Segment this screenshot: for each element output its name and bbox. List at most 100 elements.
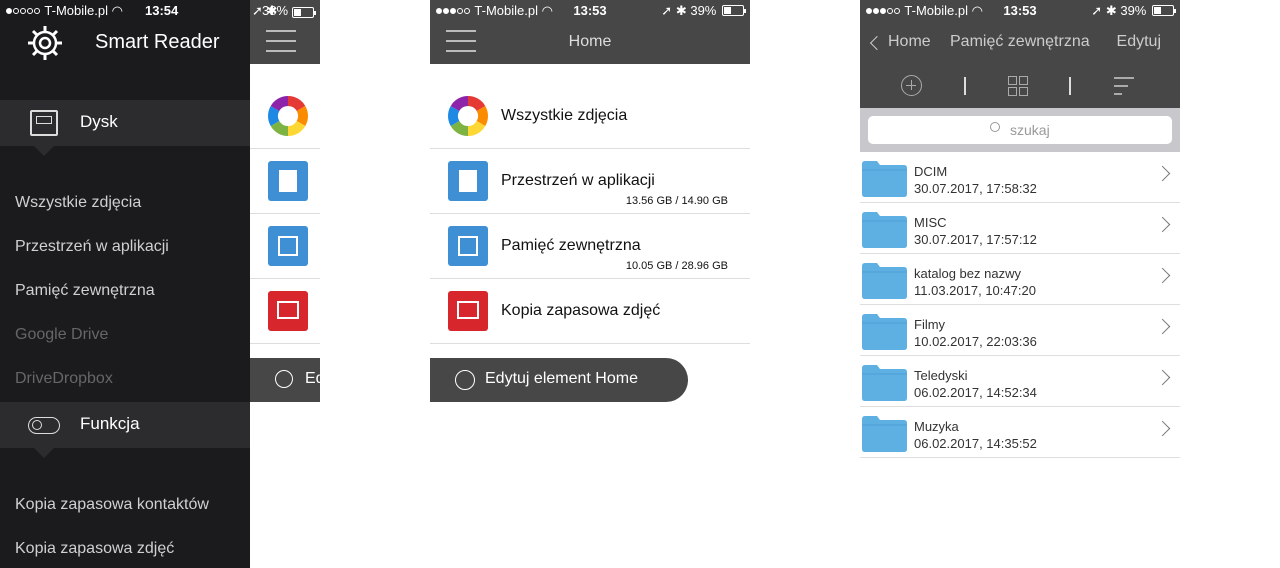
- peek-row[interactable]: [250, 84, 320, 149]
- folder-row[interactable]: Filmy 10.02.2017, 22:03:36: [860, 305, 1180, 356]
- sidebar: T-Mobile.pl ◠ 13:54 Smart Reader Dysk Ws…: [0, 0, 250, 568]
- folder-row[interactable]: DCIM 30.07.2017, 17:58:32: [860, 152, 1180, 203]
- folder-date: 30.07.2017, 17:57:12: [914, 232, 1037, 247]
- home-item-app-storage[interactable]: Przestrzeń w aplikacji 13.56 GB / 14.90 …: [430, 148, 750, 214]
- chevron-right-icon: [1154, 369, 1171, 386]
- folder-name: DCIM: [914, 164, 948, 179]
- folder-name: katalog bez nazwy: [914, 266, 1021, 281]
- chevron-right-icon: [1154, 420, 1171, 437]
- sidebar-item-photo-backup[interactable]: Kopia zapasowa zdjęć: [15, 540, 174, 558]
- folder-row[interactable]: MISC 30.07.2017, 17:57:12: [860, 203, 1180, 254]
- edit-home-button[interactable]: Edytuj element Home: [430, 358, 688, 402]
- folder-row[interactable]: Teledyski 06.02.2017, 14:52:34: [860, 356, 1180, 407]
- folder-icon: [862, 416, 907, 452]
- drive-icon: [30, 110, 58, 136]
- sort-icon[interactable]: [1114, 77, 1134, 95]
- grid-view-icon[interactable]: [1008, 76, 1028, 96]
- folder-row[interactable]: Muzyka 06.02.2017, 14:35:52: [860, 407, 1180, 458]
- bluetooth-icon: ✱: [1105, 3, 1117, 18]
- folder-date: 11.03.2017, 10:47:20: [914, 283, 1036, 298]
- wifi-icon: ◠: [111, 3, 123, 18]
- peek-status: ➚ ✱ 38%: [250, 0, 320, 20]
- search-input[interactable]: szukaj: [868, 116, 1172, 144]
- folder-name: MISC: [914, 215, 947, 230]
- home-item-label: Przestrzeń w aplikacji: [501, 172, 655, 189]
- screen-home: T-Mobile.pl ◠ 13:53 ➚ ✱ 39% Home Wszystk…: [430, 0, 750, 568]
- carrier-label: T-Mobile.pl: [44, 3, 108, 18]
- screen-sidebar-menu: Ed T-Mobile.pl ◠ 13:54 Smart Reader: [0, 0, 320, 568]
- nav-bar: T-Mobile.pl ◠ 13:53 ➚ ✱ 39% Home: [430, 0, 750, 64]
- chevron-right-icon: [1154, 165, 1171, 182]
- peek-edit-button[interactable]: Ed: [250, 358, 320, 402]
- function-label: Funkcja: [80, 414, 140, 433]
- back-label: Home: [888, 33, 931, 50]
- battery-percent: 39%: [1120, 3, 1147, 18]
- sd-card-icon: [448, 226, 488, 266]
- storage-usage: 13.56 GB / 14.90 GB: [625, 195, 728, 207]
- sd-card-icon: [268, 226, 308, 266]
- home-item-all-photos[interactable]: Wszystkie zdjęcia: [430, 83, 750, 149]
- gear-icon[interactable]: [26, 24, 64, 62]
- chevron-right-icon: [1154, 318, 1171, 335]
- signal-icon: [6, 3, 41, 18]
- battery-percent: 38%: [262, 3, 289, 18]
- nav-bar: T-Mobile.pl ◠ 13:53 ➚ ✱ 39% Home Pamięć …: [860, 0, 1180, 64]
- toolbar: [860, 64, 1180, 108]
- status-bar: T-Mobile.pl ◠ 13:53 ➚ ✱ 39%: [860, 0, 1180, 20]
- disk-label: Dysk: [80, 112, 118, 131]
- app-title: Smart Reader: [95, 31, 220, 53]
- folder-icon: [862, 365, 907, 401]
- photo-backup-icon: [448, 291, 488, 331]
- page-title: Pamięć zewnętrzna: [950, 33, 1090, 50]
- sidebar-item-contacts-backup[interactable]: Kopia zapasowa kontaktów: [15, 496, 209, 514]
- location-icon: ➚: [661, 3, 673, 18]
- status-bar: T-Mobile.pl ◠ 13:54: [0, 0, 250, 20]
- toolbar-divider: [1069, 77, 1071, 95]
- photo-backup-icon: [268, 291, 308, 331]
- plus-circle-icon: [455, 370, 475, 390]
- battery-icon: [722, 5, 746, 16]
- folder-icon: [862, 314, 907, 350]
- section-header-disk[interactable]: Dysk: [0, 100, 250, 156]
- edit-home-label: Edytuj element Home: [485, 370, 638, 387]
- peek-edit-label: Ed: [305, 370, 320, 387]
- folder-date: 06.02.2017, 14:52:34: [914, 385, 1037, 400]
- sidebar-item-all-photos[interactable]: Wszystkie zdjęcia: [15, 194, 141, 212]
- chevron-left-icon: [869, 35, 885, 51]
- peek-row[interactable]: [250, 149, 320, 214]
- folder-icon: [862, 161, 907, 197]
- back-button[interactable]: Home: [868, 33, 931, 51]
- folder-name: Muzyka: [914, 419, 959, 434]
- sidebar-item-app-storage[interactable]: Przestrzeń w aplikacji: [15, 238, 169, 256]
- sidebar-item-google-drive: Google Drive: [15, 326, 109, 343]
- storage-usage: 10.05 GB / 28.96 GB: [625, 260, 728, 272]
- folder-icon: [862, 212, 907, 248]
- peek-row[interactable]: [250, 214, 320, 279]
- chevron-right-icon: [1154, 267, 1171, 284]
- color-wheel-icon: [268, 96, 308, 136]
- search-placeholder: szukaj: [1010, 122, 1050, 138]
- search-bar: szukaj: [860, 108, 1180, 152]
- add-icon[interactable]: [901, 75, 922, 96]
- sidebar-item-dropbox: DriveDropbox: [15, 370, 113, 387]
- folder-date: 10.02.2017, 22:03:36: [914, 334, 1037, 349]
- location-icon: ➚: [1091, 3, 1103, 18]
- home-item-label: Kopia zapasowa zdjęć: [501, 302, 661, 319]
- sidebar-item-external-memory[interactable]: Pamięć zewnętrzna: [15, 282, 155, 300]
- section-header-function[interactable]: Funkcja: [0, 402, 250, 458]
- hamburger-icon[interactable]: [266, 30, 296, 52]
- edit-button[interactable]: Edytuj: [1117, 33, 1161, 51]
- document-icon: [448, 161, 488, 201]
- peek-row[interactable]: [250, 279, 320, 344]
- home-item-label: Wszystkie zdjęcia: [501, 107, 628, 124]
- folder-icon: [862, 263, 907, 299]
- home-item-photo-backup[interactable]: Kopia zapasowa zdjęć: [430, 278, 750, 344]
- folder-row[interactable]: katalog bez nazwy 11.03.2017, 10:47:20: [860, 254, 1180, 305]
- color-wheel-icon: [448, 96, 488, 136]
- toolbar-divider: [964, 77, 966, 95]
- home-item-external-memory[interactable]: Pamięć zewnętrzna 10.05 GB / 28.96 GB: [430, 213, 750, 279]
- page-title: Home: [568, 33, 612, 50]
- home-item-label: Pamięć zewnętrzna: [501, 237, 641, 254]
- folder-name: Teledyski: [914, 368, 968, 383]
- folder-date: 30.07.2017, 17:58:32: [914, 181, 1037, 196]
